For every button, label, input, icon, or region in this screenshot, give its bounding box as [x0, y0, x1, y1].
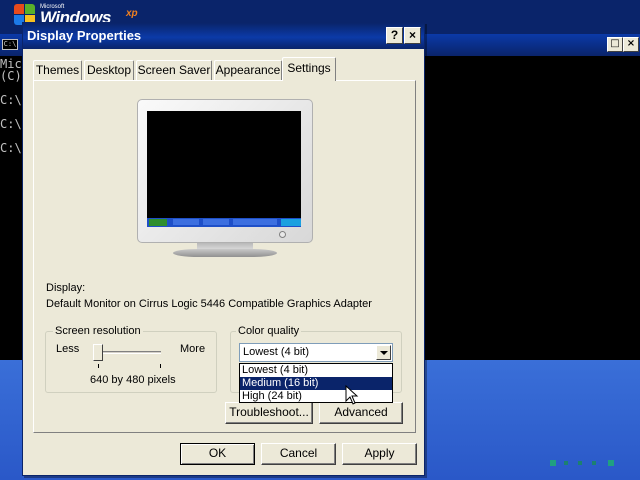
display-properties-dialog: Display Properties ? × Themes Desktop Sc… [22, 22, 425, 476]
dialog-titlebar[interactable]: Display Properties ? × [23, 23, 424, 49]
console-close-button[interactable]: × [623, 37, 639, 52]
resolution-slider-track[interactable] [95, 351, 161, 354]
console-system-icon[interactable]: C:\ [2, 39, 18, 50]
cancel-button[interactable]: Cancel [261, 443, 336, 465]
tray-icon[interactable] [564, 461, 568, 465]
monitor-base [173, 249, 277, 257]
apply-button[interactable]: Apply [342, 443, 417, 465]
monitor-preview-start [149, 219, 167, 226]
tab-appearance[interactable]: Appearance [214, 60, 282, 80]
close-button[interactable]: × [404, 27, 421, 44]
color-quality-title: Color quality [236, 325, 302, 337]
advanced-button[interactable]: Advanced [319, 402, 403, 424]
monitor-preview-task [233, 219, 259, 225]
slider-tick [160, 364, 161, 368]
mouse-cursor-icon [345, 385, 359, 405]
monitor-preview-tray [281, 219, 301, 226]
color-option-high[interactable]: High (24 bit) [240, 390, 392, 403]
console-maximize-button[interactable]: □ [607, 37, 623, 52]
chevron-down-icon[interactable] [376, 345, 391, 360]
help-button[interactable]: ? [386, 27, 403, 44]
color-quality-selected-value: Lowest (4 bit) [243, 346, 310, 358]
color-quality-select[interactable]: Lowest (4 bit) [239, 343, 393, 362]
tab-screen-saver[interactable]: Screen Saver [136, 60, 212, 80]
less-label: Less [56, 343, 80, 355]
color-quality-dropdown-list: Lowest (4 bit) Medium (16 bit) High (24 … [239, 363, 393, 403]
resolution-slider-thumb[interactable] [93, 344, 103, 361]
tab-desktop[interactable]: Desktop [84, 60, 134, 80]
ok-button[interactable]: OK [180, 443, 255, 465]
tab-settings[interactable]: Settings [282, 57, 336, 81]
monitor-power-button-icon [279, 231, 286, 238]
monitor-preview-task [259, 219, 277, 225]
dialog-title: Display Properties [27, 28, 142, 43]
tray-icon[interactable] [592, 461, 596, 465]
monitor-screen [147, 111, 301, 227]
resolution-value-text: 640 by 480 pixels [90, 374, 176, 386]
slider-tick [98, 364, 99, 368]
monitor-preview-task [173, 219, 199, 225]
tray-icon[interactable] [550, 460, 556, 466]
more-label: More [180, 343, 206, 355]
screen-resolution-title: Screen resolution [53, 325, 143, 337]
troubleshoot-button[interactable]: Troubleshoot... [225, 402, 313, 424]
system-tray-icons [550, 460, 620, 470]
color-option-medium[interactable]: Medium (16 bit) [240, 377, 392, 390]
tray-icon[interactable] [608, 460, 614, 466]
display-label: Display: [46, 282, 86, 294]
display-adapter-text: Default Monitor on Cirrus Logic 5446 Com… [46, 298, 372, 310]
monitor-preview-task [203, 219, 229, 225]
tab-themes[interactable]: Themes [33, 60, 82, 80]
logo-version: xp [126, 8, 138, 19]
color-option-lowest[interactable]: Lowest (4 bit) [240, 364, 392, 377]
tray-icon[interactable] [578, 461, 582, 465]
